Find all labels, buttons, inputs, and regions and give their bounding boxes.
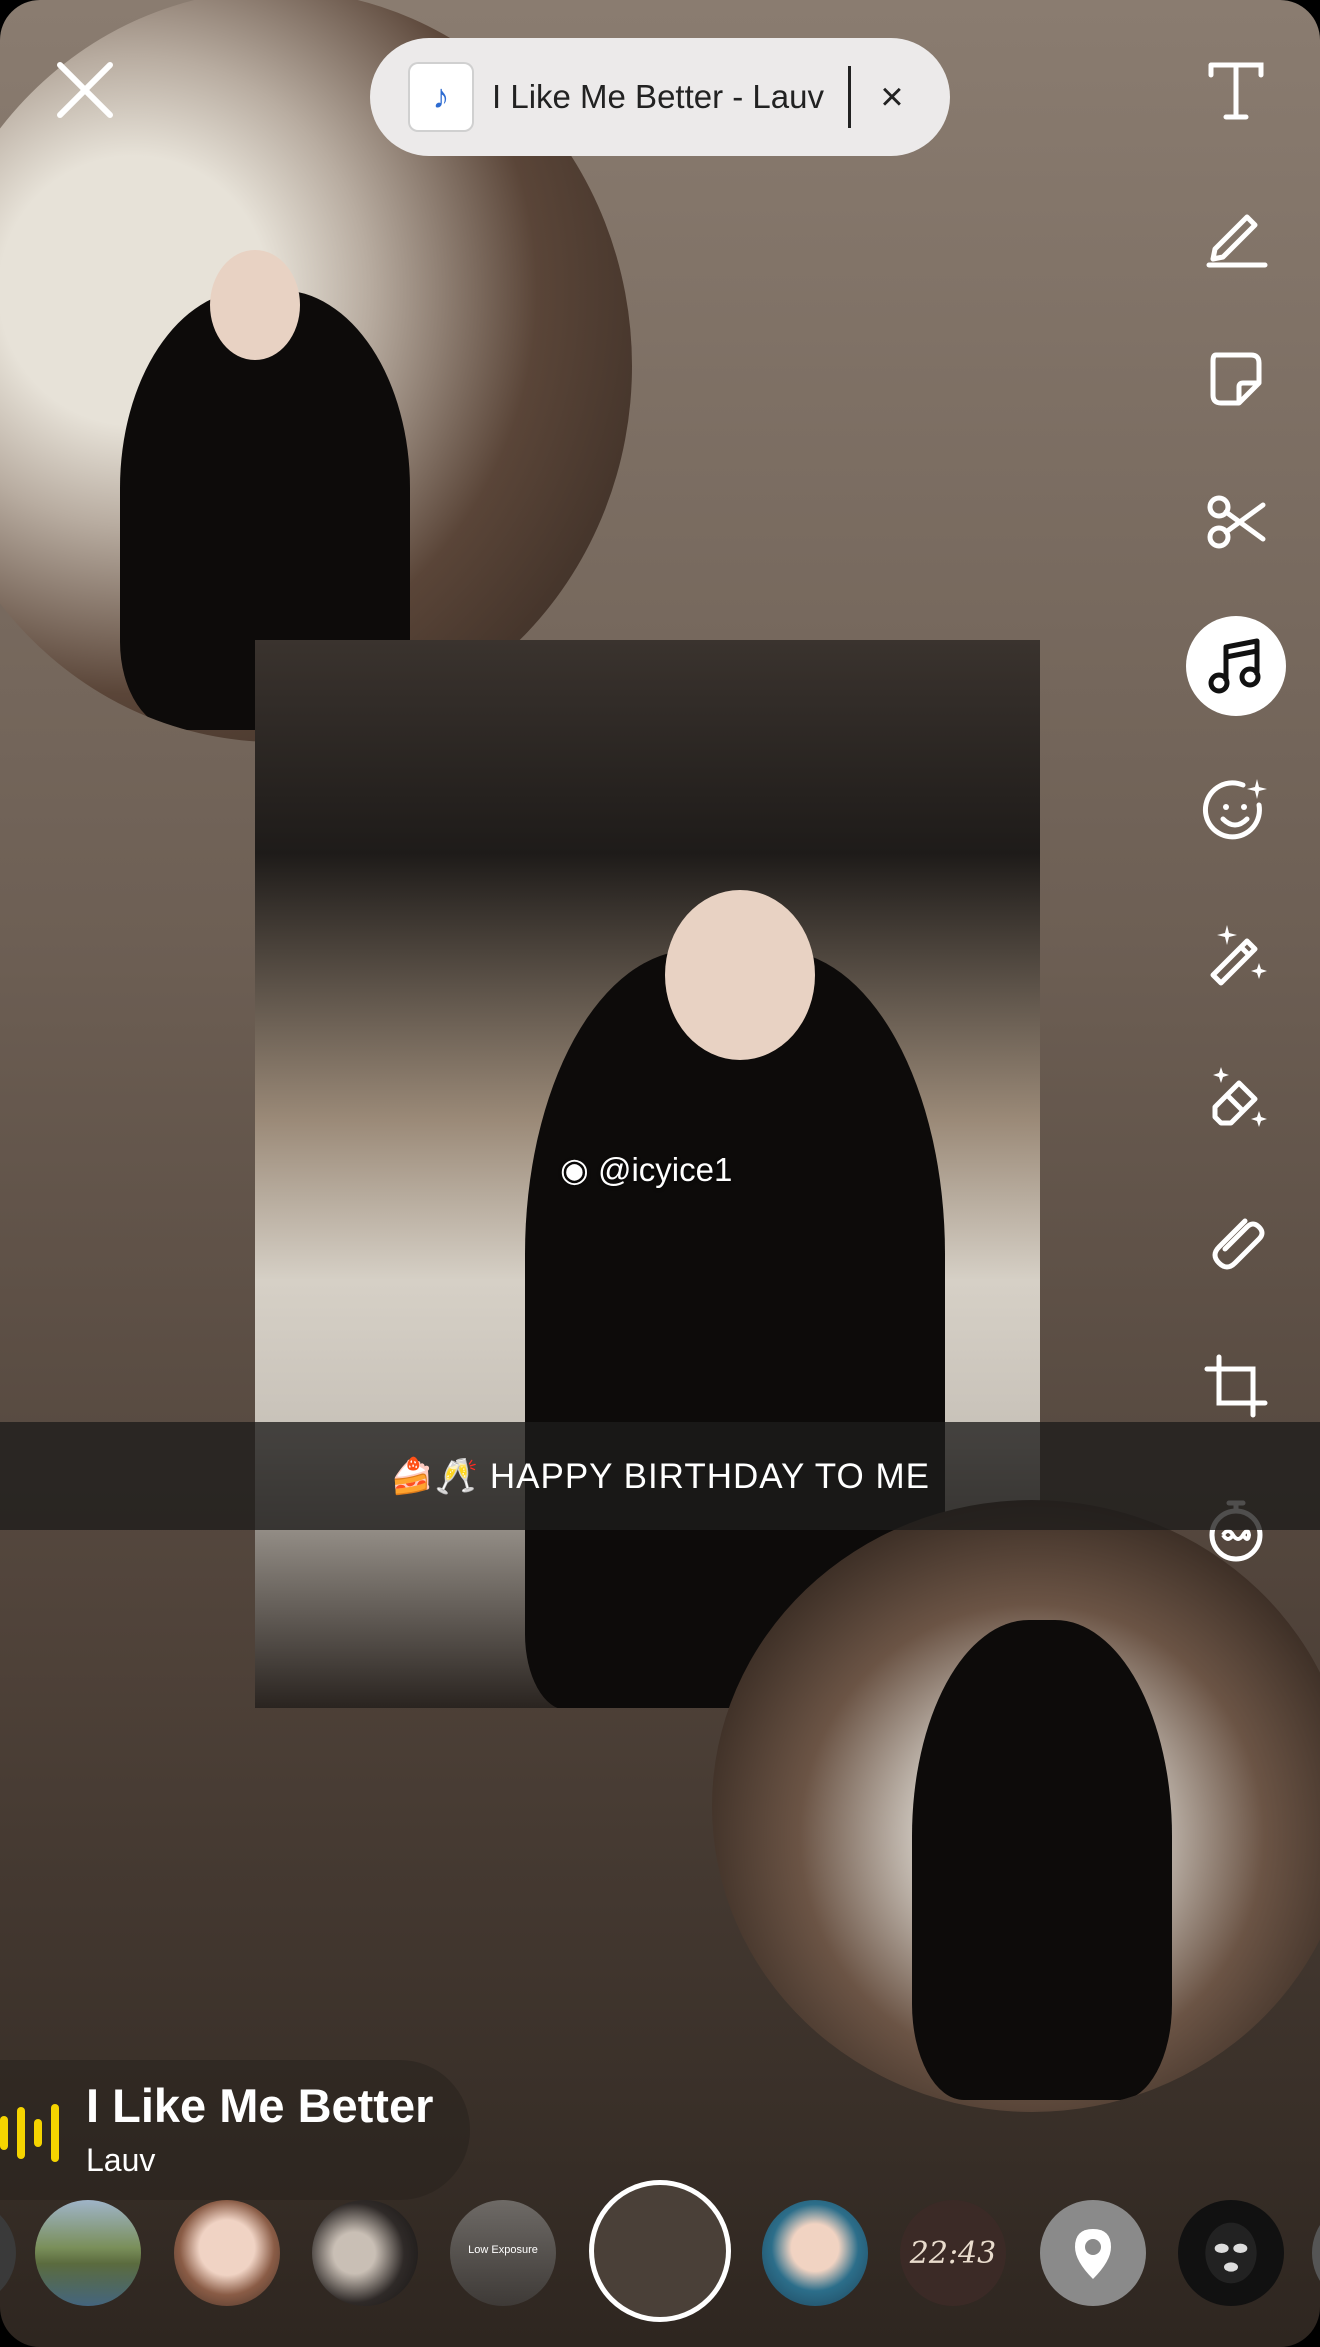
crop-icon — [1204, 1354, 1268, 1418]
watermark-text: @icyice1 — [597, 1151, 733, 1188]
lens-item-time[interactable]: 22:43 — [900, 2200, 1006, 2306]
face — [665, 890, 815, 1060]
lens-item[interactable] — [1312, 2200, 1320, 2306]
location-pin-icon — [1075, 2229, 1111, 2279]
draw-tool-button[interactable] — [1186, 184, 1286, 284]
remove-music-button[interactable]: × — [869, 75, 915, 120]
divider — [847, 66, 851, 128]
lens-item-couple[interactable] — [312, 2200, 418, 2306]
sticker-tool-button[interactable] — [1186, 328, 1286, 428]
caption-bar[interactable]: 🍰🥂 HAPPY BIRTHDAY TO ME — [0, 1422, 1320, 1530]
scissors-tool-button[interactable] — [1186, 472, 1286, 572]
music-tool-button[interactable] — [1186, 616, 1286, 716]
lens-item-location[interactable] — [1040, 2200, 1146, 2306]
face — [210, 250, 300, 360]
music-note-icon — [1208, 638, 1261, 694]
song-title: I Like Me Better — [86, 2079, 434, 2132]
music-pill-title: I Like Me Better - Lauv — [492, 78, 824, 115]
scissors-icon — [1207, 495, 1266, 549]
album-art: ♪ — [410, 64, 472, 130]
lens-item-landscape[interactable] — [35, 2200, 141, 2306]
woman-figure — [912, 1620, 1172, 2100]
magic-eraser-icon — [1212, 1067, 1267, 1127]
lens-item-mask[interactable] — [1178, 2200, 1284, 2306]
shutter-button[interactable] — [589, 2180, 731, 2322]
pencil-icon — [1206, 214, 1268, 268]
caption-text: 🍰🥂 HAPPY BIRTHDAY TO ME — [389, 1456, 931, 1496]
lens-item-low-exposure[interactable]: Low Exposure — [450, 2200, 556, 2306]
equalizer-icon — [0, 2104, 59, 2162]
lens-item-sleepy[interactable] — [762, 2200, 868, 2306]
lens-item-face[interactable] — [174, 2200, 280, 2306]
text-icon — [1208, 62, 1264, 120]
weibo-watermark: ◉ @icyice1 — [560, 1150, 732, 1189]
magic-wand-tool-button[interactable] — [1186, 904, 1286, 1004]
weibo-icon: ◉ — [560, 1151, 598, 1188]
lens-label: Low Exposure — [468, 2244, 538, 2256]
photo-circle-bottom[interactable] — [712, 1500, 1320, 2112]
close-icon — [57, 62, 113, 118]
now-playing-card[interactable]: I Like Me Better Lauv — [0, 2060, 470, 2200]
lens-time-text: 22:43 — [909, 2235, 997, 2271]
song-artist: Lauv — [86, 2142, 156, 2178]
lens-tool-button[interactable] — [1186, 760, 1286, 860]
lens-item[interactable] — [0, 2200, 16, 2306]
sticker-icon — [1210, 352, 1262, 406]
smiley-icon — [1202, 779, 1267, 840]
story-editor: ◉ @icyice1 ♪ I Like Me Better - Lauv × 🍰… — [0, 0, 1320, 2347]
magic-eraser-tool-button[interactable] — [1186, 1048, 1286, 1148]
magic-wand-icon — [1210, 925, 1267, 986]
paperclip-icon — [1212, 1218, 1265, 1270]
close-button[interactable] — [50, 55, 120, 125]
music-pill[interactable]: ♪ I Like Me Better - Lauv × — [370, 38, 950, 156]
mask-icon — [1205, 2222, 1257, 2284]
link-tool-button[interactable] — [1186, 1192, 1286, 1292]
text-tool-button[interactable] — [1186, 40, 1286, 140]
crop-tool-button[interactable] — [1186, 1336, 1286, 1436]
